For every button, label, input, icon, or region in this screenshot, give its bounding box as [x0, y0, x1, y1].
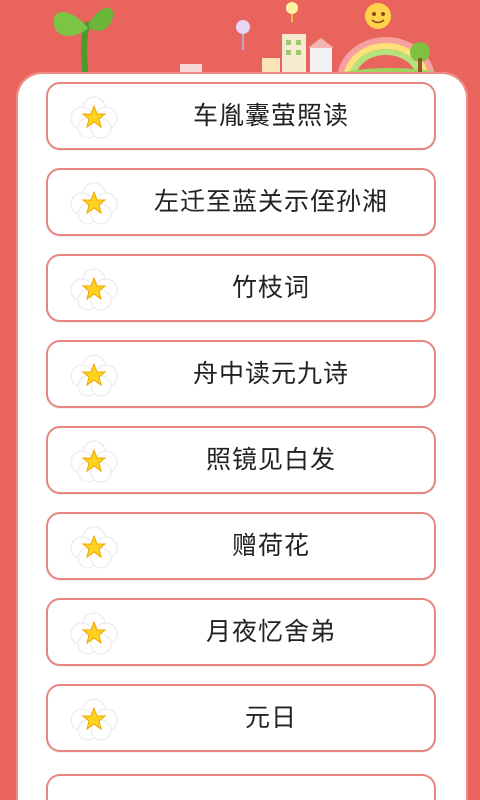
list-item-partial[interactable]: [46, 774, 436, 800]
flower-star-icon: [70, 612, 118, 655]
poem-title: 车胤囊萤照读: [192, 101, 349, 130]
flower-star-icon: [70, 526, 118, 569]
flower-star-icon: [70, 698, 118, 741]
poem-title: 照镜见白发: [205, 445, 336, 474]
poem-title: 元日: [244, 703, 297, 732]
list-item[interactable]: 照镜见白发: [46, 426, 436, 494]
list-item[interactable]: 赠荷花: [46, 512, 436, 580]
list-item[interactable]: 舟中读元九诗: [46, 340, 436, 408]
poem-title: 左迁至蓝关示侄孙湘: [153, 187, 388, 216]
poem-title: 舟中读元九诗: [192, 359, 349, 388]
list-item[interactable]: 元日: [46, 684, 436, 752]
list-item[interactable]: 车胤囊萤照读: [46, 82, 436, 150]
list-item[interactable]: 左迁至蓝关示侄孙湘: [46, 168, 436, 236]
flower-star-icon: [70, 182, 118, 225]
sun-icon: [365, 3, 391, 29]
sprout-icon: [53, 7, 114, 81]
poem-title: 赠荷花: [231, 531, 310, 560]
list-item[interactable]: 竹枝词: [46, 254, 436, 322]
poem-title: 竹枝词: [231, 273, 310, 302]
flower-star-icon: [70, 96, 118, 139]
flower-star-icon: [70, 440, 118, 483]
flower-star-icon: [70, 354, 118, 397]
flower-star-icon: [70, 268, 118, 311]
list-item[interactable]: 月夜忆舍弟: [46, 598, 436, 666]
poem-title: 月夜忆舍弟: [205, 617, 336, 646]
